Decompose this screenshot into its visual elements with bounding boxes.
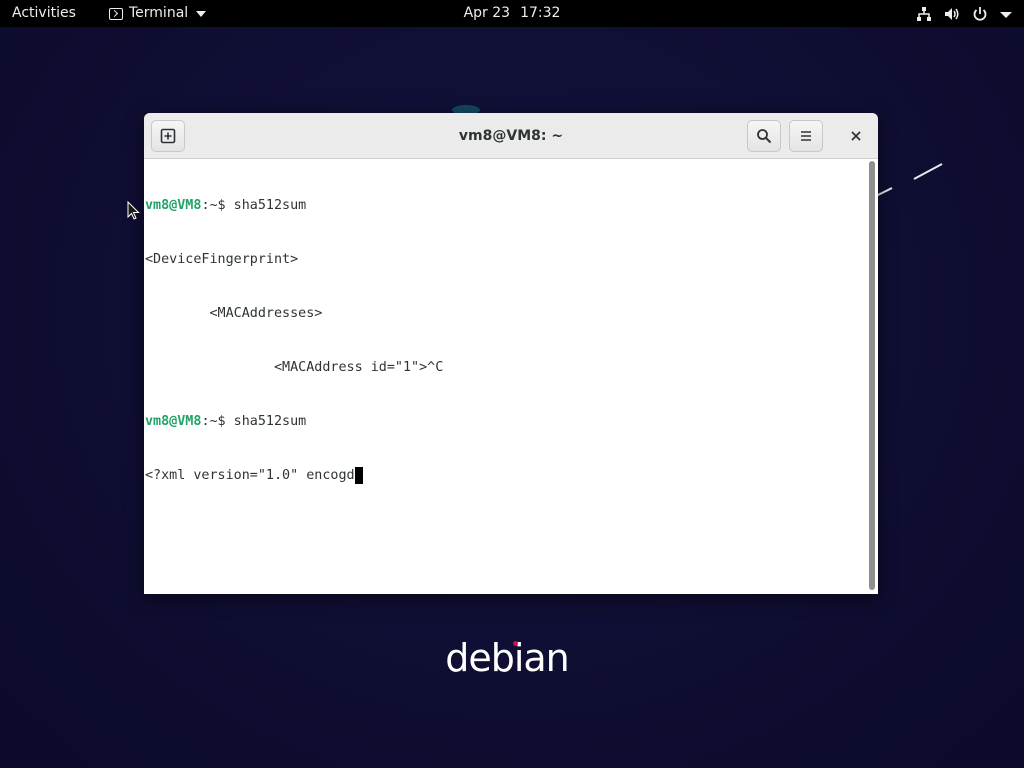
debian-logo: debian: [445, 636, 570, 680]
clock-time: 17:32: [520, 5, 561, 21]
clock-date: Apr 23: [463, 5, 511, 21]
chevron-down-icon: [1000, 6, 1012, 22]
terminal-command: :~$ sha512sum: [201, 414, 307, 429]
terminal-line: <MACAddresses>: [145, 306, 323, 321]
terminal-output: vm8@VM8:~$ sha512sum <DeviceFingerprint>…: [145, 161, 860, 521]
search-icon: [757, 129, 772, 144]
close-icon: [851, 131, 861, 141]
prompt-user-host: vm8@VM8: [145, 414, 202, 429]
scrollbar-thumb[interactable]: [869, 161, 875, 590]
terminal-line: vm8@VM8:~$ sha512sum: [145, 197, 860, 215]
hamburger-menu-icon: [801, 131, 811, 141]
network-icon: [916, 6, 932, 22]
top-bar: Activities Terminal Apr 23 17:32: [0, 0, 1024, 27]
close-button[interactable]: [840, 120, 872, 152]
volume-icon: [944, 6, 960, 22]
terminal-line: <?xml version="1.0" encogd: [145, 467, 860, 485]
debian-logo-dot: [513, 641, 518, 646]
terminal-headerbar[interactable]: vm8@VM8: ~: [144, 113, 878, 159]
system-status-area[interactable]: [916, 0, 1012, 27]
menu-button[interactable]: [789, 120, 823, 152]
terminal-cursor: [354, 467, 363, 484]
terminal-window[interactable]: vm8@VM8: ~ vm8@VM8:~$ sha512sum <DeviceF…: [144, 113, 878, 594]
clock[interactable]: Apr 23 17:32: [0, 0, 1024, 27]
mouse-pointer-icon: [127, 201, 140, 220]
terminal-command: :~$ sha512sum: [201, 198, 307, 213]
new-tab-icon: [160, 128, 176, 144]
terminal-line: vm8@VM8:~$ sha512sum: [145, 413, 860, 431]
terminal-content-area[interactable]: vm8@VM8:~$ sha512sum <DeviceFingerprint>…: [144, 159, 878, 594]
terminal-current-input: <?xml version="1.0" encogd: [145, 468, 355, 483]
prompt-user-host: vm8@VM8: [145, 198, 202, 213]
terminal-line: <MACAddress id="1">^C: [145, 360, 444, 375]
terminal-scrollbar[interactable]: [866, 159, 878, 594]
search-button[interactable]: [747, 120, 781, 152]
power-icon: [972, 6, 988, 22]
new-tab-button[interactable]: [151, 120, 185, 152]
terminal-line: <DeviceFingerprint>: [145, 252, 299, 267]
